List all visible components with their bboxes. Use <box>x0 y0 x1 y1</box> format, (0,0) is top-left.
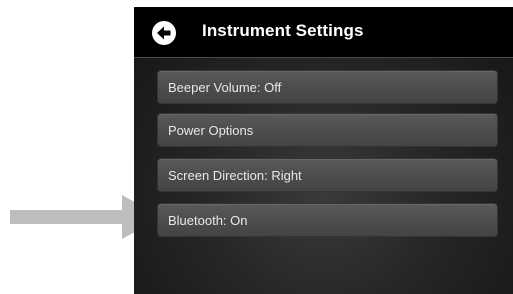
menu-item-label: Bluetooth: On <box>168 213 248 228</box>
device-screen: Instrument Settings Beeper Volume: Off P… <box>134 7 513 294</box>
menu-item-label: Screen Direction: Right <box>168 168 302 183</box>
header-bar: Instrument Settings <box>134 7 513 58</box>
menu-item-label: Power Options <box>168 123 254 138</box>
back-arrow-icon <box>152 21 176 45</box>
menu-item-label: Beeper Volume: Off <box>168 80 282 95</box>
beeper-volume-button[interactable]: Beeper Volume: Off <box>157 70 498 104</box>
bluetooth-button[interactable]: Bluetooth: On <box>157 203 498 237</box>
page: Instrument Settings Beeper Volume: Off P… <box>0 0 513 294</box>
page-title: Instrument Settings <box>202 21 364 40</box>
power-options-button[interactable]: Power Options <box>157 113 498 147</box>
back-button[interactable] <box>152 21 176 45</box>
screen-direction-button[interactable]: Screen Direction: Right <box>157 158 498 192</box>
